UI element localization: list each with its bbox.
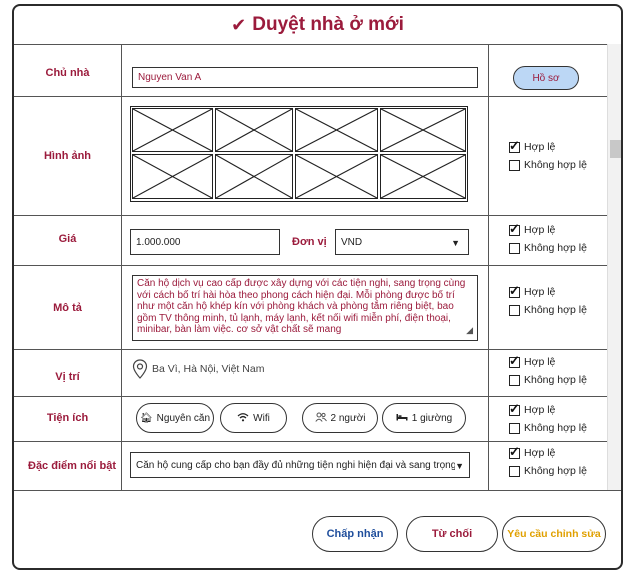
checkbox-icon <box>509 242 520 254</box>
unit-select[interactable]: VND ▼ <box>335 229 469 255</box>
invalid-checkbox[interactable]: Không hợp lệ <box>509 304 587 316</box>
amenity-beds[interactable]: 1 giường <box>382 403 466 433</box>
valid-checkbox[interactable]: Hợp lệ <box>509 221 555 237</box>
footer-divider <box>14 490 621 491</box>
image-placeholder[interactable] <box>380 108 466 152</box>
highlights-select[interactable]: Căn hộ cung cấp cho bạn đầy đủ những tiệ… <box>130 452 470 478</box>
price-cell: 1.000.000 Đơn vị VND ▼ <box>122 216 489 265</box>
checkbox-checked-icon <box>509 353 520 369</box>
image-placeholder[interactable] <box>132 108 213 152</box>
checkbox-checked-icon <box>509 401 520 417</box>
checkbox-icon <box>509 304 520 316</box>
people-icon <box>314 412 327 425</box>
valid-checkbox[interactable]: Hợp lệ <box>509 353 555 369</box>
checkbox-checked-icon <box>509 283 520 299</box>
resize-handle-icon[interactable]: ◢ <box>466 325 473 337</box>
home-icon: 🏠︎ <box>139 412 153 424</box>
image-placeholder[interactable] <box>215 154 293 199</box>
valid-checkbox[interactable]: Hợp lệ <box>509 444 555 460</box>
invalid-checkbox[interactable]: Không hợp lệ <box>509 374 587 386</box>
price-label: Giá <box>14 216 122 265</box>
checkbox-checked-icon <box>509 138 520 154</box>
description-label: Mô tả <box>14 266 122 349</box>
scrollbar-thumb[interactable] <box>610 140 621 158</box>
checkbox-icon <box>509 422 520 434</box>
description-cell: Căn hộ dịch vụ cao cấp được xây dựng với… <box>122 266 489 349</box>
highlights-cell: Căn hộ cung cấp cho bạn đầy đủ những tiệ… <box>122 442 489 490</box>
price-side: Hợp lệ Không hợp lệ <box>489 216 607 265</box>
image-placeholder[interactable] <box>215 108 293 152</box>
image-gallery <box>130 106 468 202</box>
valid-checkbox[interactable]: Hợp lệ <box>509 401 555 417</box>
invalid-checkbox[interactable]: Không hợp lệ <box>509 422 587 434</box>
accept-button[interactable]: Chấp nhận <box>312 516 398 552</box>
images-side: Hợp lệ Không hợp lệ <box>489 97 607 215</box>
checkbox-icon <box>509 465 520 477</box>
amenities-label: Tiện ích <box>14 397 122 441</box>
images-label: Hình ảnh <box>14 97 122 215</box>
checkbox-checked-icon <box>509 221 520 237</box>
highlights-side: Hợp lệ Không hợp lệ <box>489 442 607 490</box>
owner-side: Hồ sơ <box>489 44 607 96</box>
row-images: Hình ảnh Hợp lệ Không hợp lệ <box>14 97 607 216</box>
location-text: Ba Vì, Hà Nội, Việt Nam <box>152 363 265 375</box>
highlights-label: Đặc điểm nổi bật <box>14 442 122 490</box>
location-pin-icon <box>132 359 148 379</box>
invalid-checkbox[interactable]: Không hợp lệ <box>509 242 587 254</box>
dropdown-arrow-icon: ▼ <box>455 461 464 471</box>
image-placeholder[interactable] <box>380 154 466 199</box>
dialog-title: Duyệt nhà ở mới <box>252 14 404 35</box>
checkmark-icon: ✔ <box>231 14 247 35</box>
row-owner: Chủ nhà Nguyen Van A Hồ sơ <box>14 44 607 97</box>
profile-button[interactable]: Hồ sơ <box>513 66 579 90</box>
amenity-wifi[interactable]: Wifi <box>220 403 287 433</box>
dropdown-arrow-icon: ▼ <box>451 238 460 248</box>
price-field[interactable]: 1.000.000 <box>130 229 280 255</box>
wifi-icon <box>237 412 249 425</box>
location-cell: Ba Vì, Hà Nội, Việt Nam <box>122 350 489 396</box>
checkbox-icon <box>509 159 520 171</box>
row-highlights: Đặc điểm nổi bật Căn hộ cung cấp cho bạn… <box>14 442 607 490</box>
image-placeholder[interactable] <box>295 108 378 152</box>
image-placeholder[interactable] <box>132 154 213 199</box>
row-description: Mô tả Căn hộ dịch vụ cao cấp được xây dự… <box>14 266 607 350</box>
owner-cell: Nguyen Van A <box>122 44 489 96</box>
amenity-guests[interactable]: 2 người <box>302 403 378 433</box>
review-dialog: ✔ Duyệt nhà ở mới Chủ nhà Nguyen Van A H… <box>12 4 623 570</box>
images-cell <box>122 97 489 215</box>
invalid-checkbox[interactable]: Không hợp lệ <box>509 465 587 477</box>
title-bar: ✔ Duyệt nhà ở mới <box>14 6 621 45</box>
request-edit-button[interactable]: Yêu cầu chỉnh sửa <box>502 516 606 552</box>
checkbox-checked-icon <box>509 444 520 460</box>
image-placeholder[interactable] <box>295 154 378 199</box>
row-location: Vị trí Ba Vì, Hà Nội, Việt Nam Hợp lệ Kh… <box>14 350 607 397</box>
description-side: Hợp lệ Không hợp lệ <box>489 266 607 349</box>
amenity-whole-house[interactable]: 🏠︎ Nguyên căn <box>136 403 214 433</box>
amenities-cell: 🏠︎ Nguyên căn Wifi 2 người 1 giường <box>122 397 489 441</box>
valid-checkbox[interactable]: Hợp lệ <box>509 283 555 299</box>
checkbox-icon <box>509 374 520 386</box>
valid-checkbox[interactable]: Hợp lệ <box>509 138 555 154</box>
location-label: Vị trí <box>14 350 122 396</box>
reject-button[interactable]: Từ chối <box>406 516 498 552</box>
location-side: Hợp lệ Không hợp lệ <box>489 350 607 396</box>
vertical-scrollbar[interactable] <box>607 44 621 490</box>
bed-icon <box>396 413 408 424</box>
invalid-checkbox[interactable]: Không hợp lệ <box>509 159 587 171</box>
description-textarea[interactable]: Căn hộ dịch vụ cao cấp được xây dựng với… <box>132 275 478 341</box>
amenities-side: Hợp lệ Không hợp lệ <box>489 397 607 441</box>
unit-label: Đơn vị <box>292 236 327 248</box>
row-price: Giá 1.000.000 Đơn vị VND ▼ Hợp lệ Không … <box>14 216 607 266</box>
owner-label: Chủ nhà <box>14 44 122 96</box>
row-amenities: Tiện ích 🏠︎ Nguyên căn Wifi 2 người 1 gi… <box>14 397 607 442</box>
review-table: Chủ nhà Nguyen Van A Hồ sơ Hình ảnh ✓ Hợ… <box>14 44 607 490</box>
owner-name-field[interactable]: Nguyen Van A <box>132 67 478 88</box>
